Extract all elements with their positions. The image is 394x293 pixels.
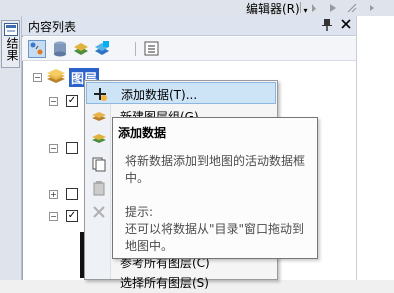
editor-tools-icons [312, 3, 374, 13]
list-by-source-button[interactable] [51, 40, 69, 58]
layer-visibility-checkbox[interactable] [66, 188, 78, 200]
group-layer-icon [92, 112, 106, 121]
layer-icon [92, 134, 106, 143]
chevron-down-icon: ▾ [303, 6, 308, 15]
pin-icon[interactable] [321, 18, 333, 32]
layer-collapse-toggle[interactable]: + [49, 190, 58, 199]
close-icon[interactable] [340, 17, 352, 31]
tooltip-description-line: 将新数据添加到地图的活动数据框 [125, 154, 306, 168]
drawing-order-icon [30, 42, 43, 55]
add-data-menu-item[interactable]: 添加数据(T)... [86, 82, 276, 104]
tooltip-tip-heading: 提示: [125, 205, 154, 219]
results-tab[interactable]: 结果 [1, 20, 20, 68]
list-by-visibility-button[interactable] [72, 40, 90, 58]
options-button[interactable] [143, 40, 161, 58]
editor-menu-label: 编辑器(R) [246, 2, 300, 16]
panel-titlebar: 内容列表 [22, 16, 356, 36]
add-data-icon [94, 88, 107, 101]
list-by-selection-button[interactable] [93, 40, 111, 58]
results-tab-label: 结果 [5, 37, 19, 61]
panel-title: 内容列表 [28, 20, 77, 34]
select-all-layers-menu-item[interactable]: 选择所有图层(S) [86, 271, 276, 293]
toc-toolbar [22, 37, 356, 61]
toolbar-divider [300, 2, 301, 13]
toolbar-divider [135, 42, 136, 56]
copy-icon [92, 157, 106, 172]
layer-visibility-checkbox[interactable] [66, 142, 78, 154]
editor-menu-button[interactable]: 编辑器(R) ▾ [246, 0, 308, 17]
remove-icon [93, 206, 105, 218]
layer-expand-toggle[interactable]: − [49, 212, 58, 221]
sketch-tool-icon [330, 4, 336, 12]
add-data-tooltip: 添加数据 将新数据添加到地图的活动数据框 中。 提示: 还可以将数据从"目录"窗… [112, 117, 318, 259]
layer-expand-toggle[interactable]: − [49, 144, 58, 153]
arrow-tool-icon [370, 5, 374, 11]
menu-item-label: 添加数据(T)... [121, 88, 198, 102]
layer-visibility-checkbox[interactable]: ✓ [66, 95, 78, 107]
layer-visibility-checkbox[interactable]: ✓ [66, 210, 78, 222]
layer-expand-toggle[interactable]: − [49, 97, 58, 106]
menu-item-label: 选择所有图层(S) [120, 276, 209, 290]
line-tool-icon [347, 3, 357, 13]
list-by-drawing-order-button[interactable] [28, 40, 46, 58]
tooltip-tip-line: 地图中。 [125, 239, 174, 253]
tooltip-description-line: 中。 [125, 171, 150, 185]
paste-icon [93, 181, 105, 196]
tooltip-tip-line: 还可以将数据从"目录"窗口拖动到 [125, 222, 305, 236]
results-icon [4, 23, 18, 36]
root-expand-toggle[interactable]: − [33, 73, 42, 82]
layers-icon [47, 69, 65, 83]
map-view-area[interactable] [356, 16, 394, 280]
tooltip-title: 添加数据 [118, 126, 167, 140]
edit-tool-icon [312, 4, 316, 12]
